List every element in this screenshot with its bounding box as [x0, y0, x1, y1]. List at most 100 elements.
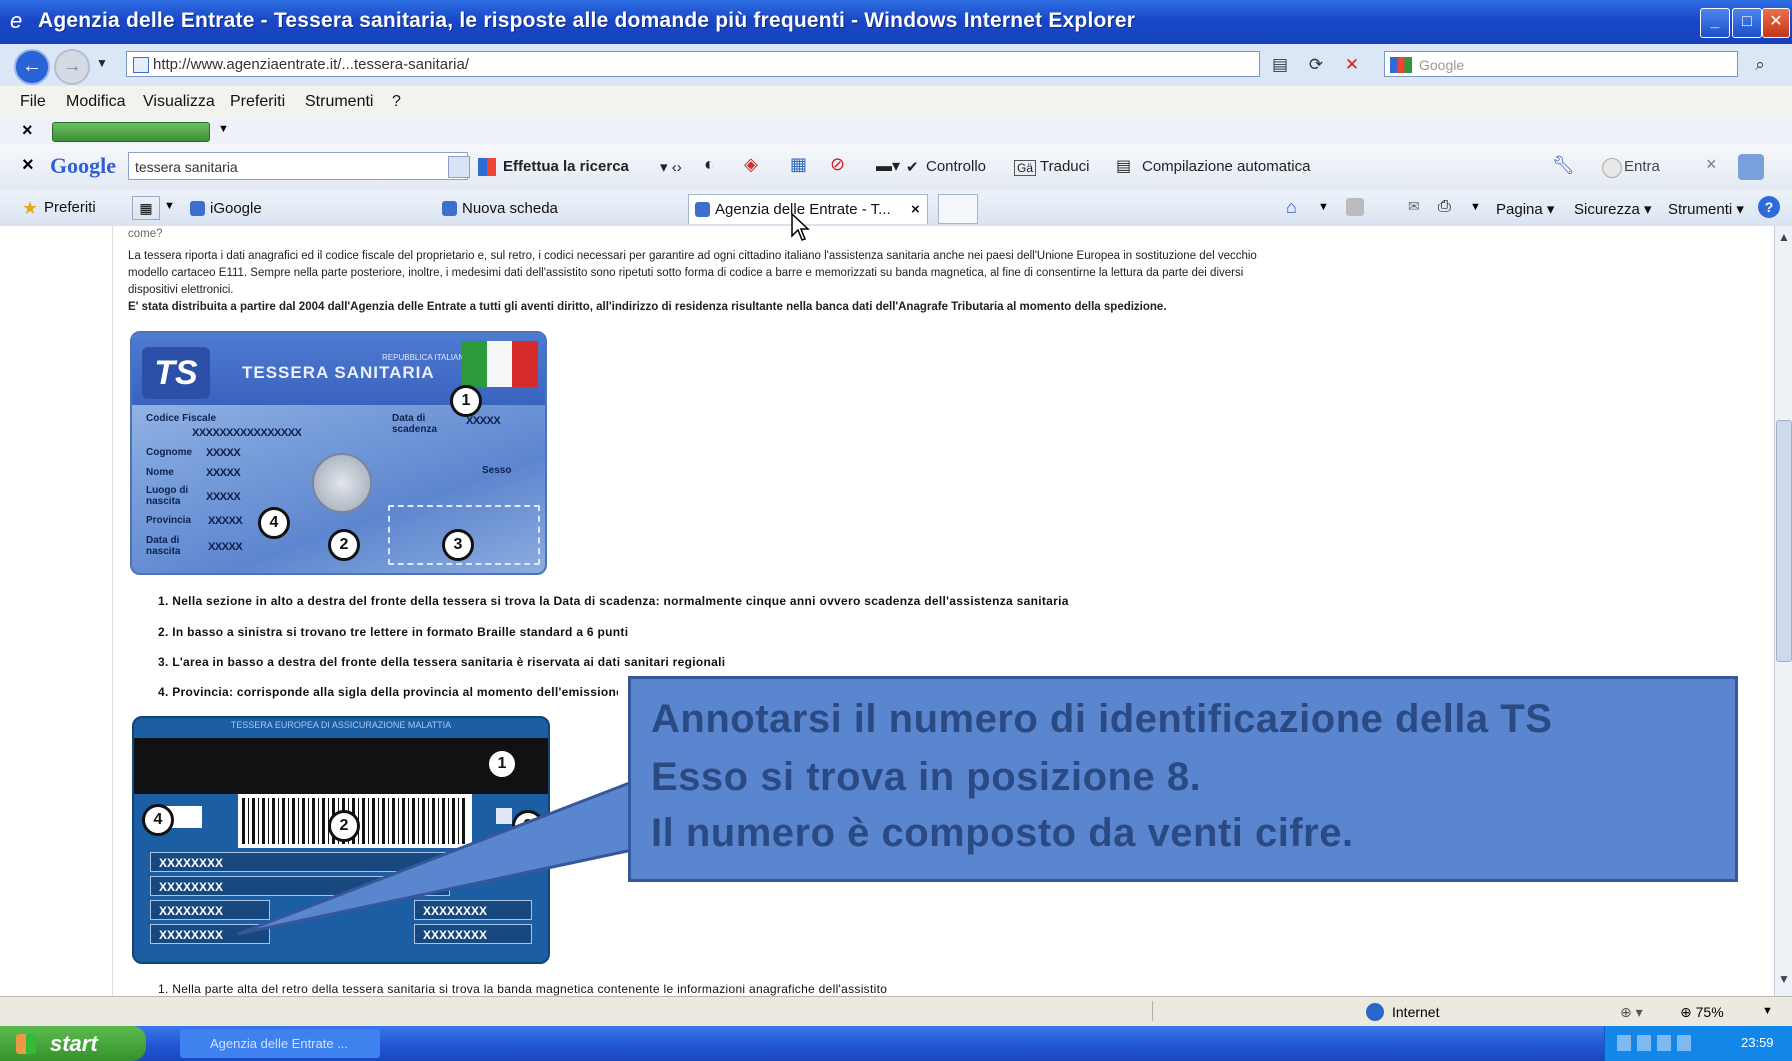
print-icon[interactable]: ⎙: [1438, 198, 1451, 216]
new-tab-favicon-icon: [442, 201, 457, 216]
taskbar-item-ie[interactable]: Agenzia delle Entrate ...: [180, 1029, 380, 1058]
field-data-value: XXXXX: [208, 541, 243, 553]
zoom-level[interactable]: ⊕ 75%: [1680, 1004, 1724, 1021]
scrollbar-thumb[interactable]: [1776, 420, 1792, 662]
field-nome: Nome: [146, 467, 174, 478]
menu-help[interactable]: ?: [392, 93, 401, 111]
stop-icon[interactable]: ✕: [1340, 53, 1364, 77]
igoogle-favicon-icon: [190, 201, 205, 216]
scroll-down-icon[interactable]: ▼: [1778, 972, 1790, 986]
list-item: 2. In basso a sinistra si trovano tre le…: [158, 625, 629, 639]
favorites-button[interactable]: Preferiti: [44, 199, 96, 216]
clock: 23:59: [1741, 1035, 1774, 1050]
home-icon[interactable]: ⌂: [1286, 197, 1297, 218]
title-bar: e Agenzia delle Entrate - Tessera sanita…: [0, 0, 1792, 44]
security-menu[interactable]: Sicurezza ▾: [1574, 200, 1652, 218]
card-republic: REPUBBLICA ITALIANA: [382, 353, 470, 362]
menu-file[interactable]: File: [20, 93, 46, 111]
menu-visualizza[interactable]: Visualizza: [143, 93, 215, 111]
page-menu[interactable]: Pagina ▾: [1496, 200, 1554, 218]
close-x-icon[interactable]: ×: [1706, 154, 1717, 175]
callout-line-1: Annotarsi il numero di identificazione d…: [651, 697, 1553, 741]
callout-line-2: Esso si trova in posizione 8.: [651, 755, 1202, 799]
intro-line-3: dispositivi elettronici.: [128, 284, 234, 296]
close-window-button[interactable]: ✕: [1762, 8, 1790, 38]
popup-icon[interactable]: ◐: [704, 154, 715, 175]
scroll-up-icon[interactable]: ▲: [1778, 230, 1790, 244]
close-google-toolbar-icon[interactable]: ×: [22, 154, 34, 177]
list-item: 3. L'area in basso a destra del fronte d…: [158, 655, 726, 669]
marker-2: 2: [328, 529, 360, 561]
refresh-icon[interactable]: ⟳: [1304, 53, 1328, 77]
menu-strumenti[interactable]: Strumenti: [305, 93, 373, 111]
address-input[interactable]: http://www.agenziaentrate.it/...tessera-…: [126, 51, 1260, 77]
menu-modifica[interactable]: Modifica: [66, 93, 126, 111]
menu-bar: File Modifica Visualizza Preferiti Strum…: [0, 86, 1792, 119]
addon-dropdown-icon[interactable]: ▼: [218, 123, 229, 135]
callout-pointer: [237, 779, 634, 936]
start-button[interactable]: start: [0, 1026, 146, 1061]
mouse-cursor-icon: [791, 212, 810, 241]
field-cognome: Cognome: [146, 447, 193, 458]
google-search-icon: [1390, 57, 1412, 73]
internet-zone-label: Internet: [1392, 1004, 1440, 1020]
print-dropdown-icon[interactable]: ▼: [1470, 201, 1481, 213]
address-row: ← → ▼ http://www.agenziaentrate.it/...te…: [0, 44, 1792, 86]
field-expiry-value: XXXXX: [466, 415, 501, 427]
close-toolbar-icon[interactable]: ×: [22, 120, 33, 141]
bar-icon[interactable]: ▬▾: [876, 156, 900, 176]
intro-line-1: La tessera riporta i dati anagrafici ed …: [128, 250, 1257, 262]
forward-button[interactable]: →: [54, 49, 90, 85]
minimize-button[interactable]: _: [1700, 8, 1730, 38]
signin-button[interactable]: Entra: [1624, 158, 1660, 175]
menu-preferiti[interactable]: Preferiti: [230, 93, 285, 111]
spellcheck-button[interactable]: Controllo: [926, 158, 986, 175]
google-dropdown-icon[interactable]: [448, 156, 470, 178]
intro-line-2: modello cartaceo E111. Sempre nella part…: [128, 267, 1244, 279]
maximize-button[interactable]: □: [1732, 8, 1762, 38]
wrench-icon[interactable]: 🔧︎: [1552, 155, 1575, 176]
autofill-button[interactable]: Compilazione automatica: [1142, 158, 1310, 175]
mail-icon[interactable]: ✉: [1408, 198, 1420, 215]
tab-igoogle[interactable]: iGoogle: [184, 194, 434, 224]
google-search-input[interactable]: tessera sanitaria: [128, 152, 468, 180]
google-logo: Google: [50, 153, 116, 178]
field-cf-value: XXXXXXXXXXXXXXXX: [192, 427, 302, 439]
help-icon[interactable]: ?: [1758, 196, 1780, 218]
tools-menu-label: Strumenti: [1668, 201, 1733, 218]
home-dropdown-icon[interactable]: ▼: [1318, 201, 1329, 213]
close-tab-icon[interactable]: ×: [911, 195, 920, 225]
search-input[interactable]: Google: [1384, 51, 1738, 77]
toolbar-arrows-icon[interactable]: ▾ ‹›: [660, 158, 682, 176]
callout-box: Annotarsi il numero di identificazione d…: [628, 676, 1738, 882]
tray-icons[interactable]: [1617, 1035, 1697, 1051]
autofill-icon: ▤: [1116, 158, 1132, 175]
quick-tabs-icon[interactable]: ▦: [132, 196, 160, 220]
calendar-icon[interactable]: ▦: [790, 154, 807, 175]
feeds-icon[interactable]: [1346, 198, 1364, 216]
history-dropdown-icon[interactable]: ▼: [96, 56, 108, 70]
start-label: start: [50, 1031, 98, 1056]
tab-row: ★ Preferiti ▦ ▼ iGoogle Nuova scheda Age…: [0, 190, 1792, 227]
protected-mode-icon[interactable]: ⊕ ▾: [1620, 1004, 1643, 1021]
google-search-button[interactable]: Effettua la ricerca: [503, 158, 629, 175]
extra-toolbar: × ▼: [0, 118, 1792, 144]
window-title: Agenzia delle Entrate - Tessera sanitari…: [38, 9, 1136, 32]
pagerank-icon[interactable]: ◈: [744, 154, 758, 175]
search-magnifier-icon[interactable]: ⌕: [1748, 53, 1772, 77]
back-button[interactable]: ←: [14, 49, 50, 85]
addon-button[interactable]: [52, 122, 210, 142]
new-tab-button[interactable]: [938, 194, 978, 224]
messenger-icon[interactable]: [1738, 154, 1764, 180]
favorites-star-icon: ★: [22, 198, 39, 218]
tab-new[interactable]: Nuova scheda: [436, 194, 686, 224]
tab-list-icon[interactable]: ▼: [164, 200, 175, 212]
field-cognome-value: XXXXX: [206, 447, 241, 459]
popup-block-icon[interactable]: ⊘: [830, 154, 845, 175]
spellcheck-icon[interactable]: ✔: [906, 158, 919, 176]
translate-button[interactable]: Traduci: [1040, 158, 1089, 175]
compatibility-icon[interactable]: ▤: [1268, 53, 1292, 77]
tools-menu[interactable]: Strumenti ▾: [1668, 200, 1744, 218]
page-icon: [133, 57, 149, 73]
zoom-dropdown-icon[interactable]: ▼: [1762, 1005, 1773, 1017]
